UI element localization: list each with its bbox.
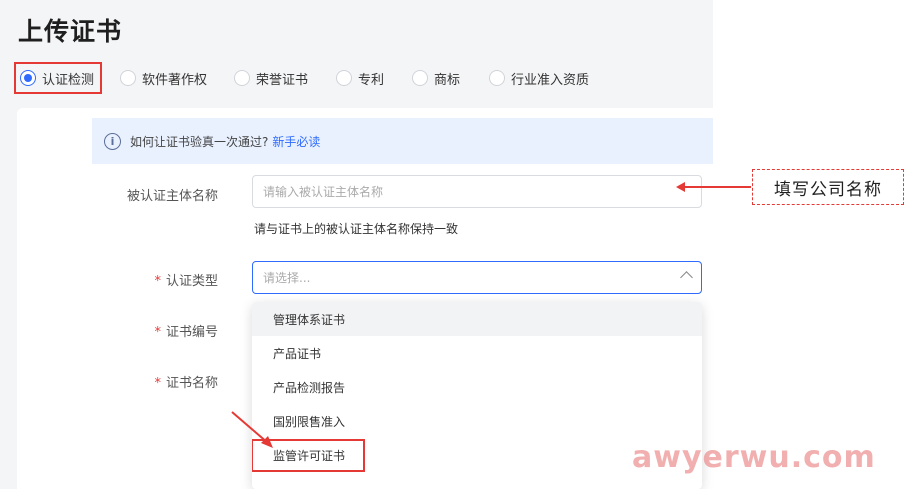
newbie-guide-link[interactable]: 新手必读: [272, 133, 320, 150]
annotation-arrow-line: [683, 186, 751, 188]
radio-dot-icon: [20, 70, 36, 86]
tab-honor-certificate[interactable]: 荣誉证书: [234, 62, 308, 94]
cert-number-label: * 证书编号: [154, 325, 218, 340]
info-text: 如何让证书验真一次通过?: [130, 134, 269, 149]
radio-dot-icon: [489, 70, 505, 86]
certificate-type-tabs: 认证检测 软件著作权 荣誉证书 专利 商标 行业准入资质: [14, 62, 714, 94]
page-title: 上传证书: [18, 17, 123, 46]
radio-dot-icon: [412, 70, 428, 86]
annotation-arrow-head-icon: [676, 182, 685, 192]
tab-patent[interactable]: 专利: [336, 62, 384, 94]
tab-trademark[interactable]: 商标: [412, 62, 460, 94]
subject-name-label: 被认证主体名称: [126, 189, 218, 204]
radio-dot-icon: [120, 70, 136, 86]
annotation-callout: 填写公司名称: [752, 169, 904, 205]
dropdown-option-management-system[interactable]: 管理体系证书: [252, 302, 702, 336]
annotation-diagonal-arrow-icon: [231, 411, 273, 448]
cert-type-label: * 认证类型: [154, 274, 218, 289]
subject-name-hint: 请与证书上的被认证主体名称保持一致: [254, 222, 459, 236]
watermark: awyerwu.com: [632, 440, 876, 475]
radio-dot-icon: [234, 70, 250, 86]
dropdown-option-product-test-report[interactable]: 产品检测报告: [252, 370, 702, 404]
tab-industry-qualification[interactable]: 行业准入资质: [489, 62, 589, 94]
chevron-up-icon: [680, 271, 693, 284]
subject-name-input[interactable]: 请输入被认证主体名称: [252, 175, 702, 208]
tab-certification[interactable]: 认证检测: [14, 62, 103, 94]
dropdown-option-country-restricted[interactable]: 国别限售准入: [252, 404, 702, 438]
cert-name-label: * 证书名称: [154, 376, 218, 391]
info-banner: i 如何让证书验真一次通过? 新手必读: [92, 118, 713, 164]
cert-type-select[interactable]: 请选择...: [252, 261, 702, 294]
tab-software-copyright[interactable]: 软件著作权: [120, 62, 207, 94]
info-icon: i: [104, 132, 121, 150]
radio-dot-icon: [336, 70, 352, 86]
dropdown-option-product-cert[interactable]: 产品证书: [252, 336, 702, 370]
